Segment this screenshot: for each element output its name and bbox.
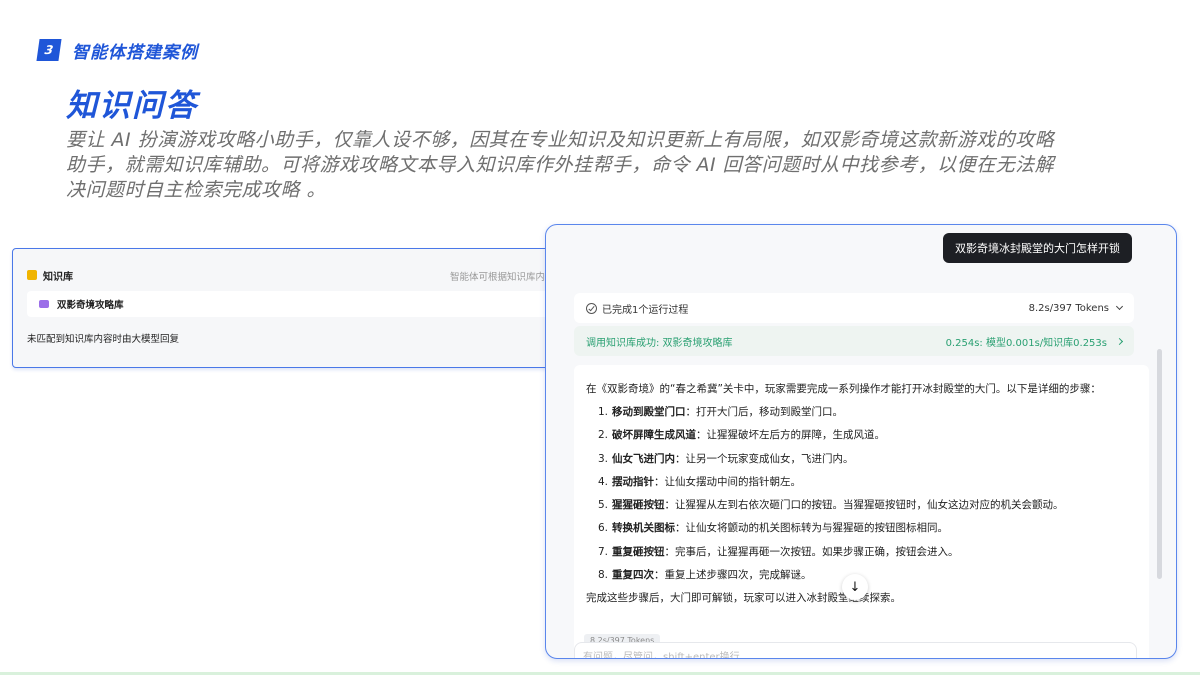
step-number: 6. bbox=[597, 522, 608, 535]
chat-panel: 双影奇境冰封殿堂的大门怎样开锁 已完成1个运行过程 8.2s/397 Token… bbox=[545, 224, 1177, 659]
section-title: 智能体搭建案例 bbox=[72, 43, 198, 63]
step-text: ：让另一个玩家变成仙女，飞进门内。 bbox=[675, 452, 854, 465]
list-item: 6. 转换机关图标：让仙女将颤动的机关图标转为与猩猩砸的按钮图标相同。 bbox=[594, 520, 1137, 537]
step-number: 3. bbox=[597, 452, 608, 465]
knowledge-call-label: 调用知识库成功: 双影奇境攻略库 bbox=[586, 337, 733, 349]
knowledge-base-hint: 智能体可根据知识库内容 bbox=[450, 272, 555, 283]
check-circle-icon bbox=[586, 302, 597, 314]
list-item: 3. 仙女飞进门内：让另一个玩家变成仙女，飞进门内。 bbox=[594, 451, 1137, 468]
arrow-down-icon[interactable]: ↓ bbox=[842, 574, 868, 600]
answer-steps: 1. 移动到殿堂门口：打开大门后，移动到殿堂门口。 2. 破坏屏障生成风道：让猩猩破… bbox=[586, 404, 1137, 584]
database-icon bbox=[39, 300, 49, 308]
assistant-answer: 在《双影奇境》的“春之希冀”关卡中，玩家需要完成一系列操作才能打开冰封殿堂的大门… bbox=[574, 365, 1149, 658]
step-name: 重复四次 bbox=[612, 569, 654, 582]
step-text: ：让猩猩破坏左后方的屏障，生成风道。 bbox=[696, 429, 885, 442]
knowledge-base-fallback-text: 未匹配到知识库内容时由大模型回复 bbox=[27, 334, 180, 345]
list-item: 5. 猩猩砸按钮：让猩猩从左到右依次砸门口的按钮。当猩猩砸按钮时，仙女这边对应的机… bbox=[594, 497, 1137, 514]
step-name: 仙女飞进门内 bbox=[612, 452, 675, 465]
user-message-bubble: 双影奇境冰封殿堂的大门怎样开锁 bbox=[943, 233, 1132, 263]
step-text: ：完事后，让猩猩再砸一次按钮。如果步骤正确，按钮会进入。 bbox=[664, 545, 959, 558]
knowledge-base-header: 知识库 智能体可根据知识库内容 bbox=[27, 267, 556, 283]
page-description-line: 要让 AI 扮演游戏攻略小助手，仅靠人设不够，因其在专业知识及知识更新上有局限，… bbox=[66, 129, 1055, 151]
book-icon bbox=[27, 270, 37, 280]
step-name: 破坏屏障生成风道 bbox=[612, 429, 696, 442]
step-text: ：让仙女将颤动的机关图标转为与猩猩砸的按钮图标相同。 bbox=[675, 522, 948, 535]
step-number: 2. bbox=[597, 429, 608, 442]
scrollbar-thumb[interactable] bbox=[1157, 349, 1162, 579]
step-text: ：让猩猩从左到右依次砸门口的按钮。当猩猩砸按钮时，仙女这边对应的机关会颤动。 bbox=[664, 499, 1064, 512]
step-text: ：重复上述步骤四次，完成解谜。 bbox=[654, 569, 812, 582]
step-number: 5. bbox=[597, 499, 608, 512]
knowledge-call-stats: 0.254s: 模型0.001s/知识库0.253s bbox=[945, 337, 1107, 349]
run-process-row[interactable]: 已完成1个运行过程 8.2s/397 Tokens bbox=[574, 293, 1134, 323]
step-number: 1. bbox=[597, 406, 608, 418]
chevron-right-icon[interactable] bbox=[1115, 337, 1124, 345]
chat-input[interactable]: 有问题，尽管问，shift+enter换行 bbox=[574, 642, 1137, 658]
step-name: 猩猩砸按钮 bbox=[612, 499, 665, 512]
page-description-line: 助手，就需知识库辅助。可将游戏攻略文本导入知识库作外挂帮手，命令 AI 回答问题… bbox=[66, 154, 1055, 176]
answer-intro: 在《双影奇境》的“春之希冀”关卡中，玩家需要完成一系列操作才能打开冰封殿堂的大门… bbox=[586, 383, 1101, 395]
list-item: 2. 破坏屏障生成风道：让猩猩破坏左后方的屏障，生成风道。 bbox=[594, 427, 1137, 444]
step-name: 转换机关图标 bbox=[612, 522, 675, 535]
knowledge-call-row[interactable]: 调用知识库成功: 双影奇境攻略库 0.254s: 模型0.001s/知识库0.2… bbox=[574, 326, 1134, 356]
step-name: 摆动指针 bbox=[612, 475, 654, 488]
knowledge-base-item[interactable]: 双影奇境攻略库 bbox=[27, 291, 556, 317]
run-process-stats: 8.2s/397 Tokens bbox=[1028, 302, 1109, 314]
step-number: 8. bbox=[597, 569, 608, 582]
step-text: ：打开大门后，移动到殿堂门口。 bbox=[685, 406, 844, 418]
step-number: 4. bbox=[597, 475, 608, 488]
chevron-down-icon[interactable] bbox=[1115, 302, 1124, 311]
page-description-line: 决问题时自主检索完成攻略 。 bbox=[66, 179, 327, 201]
page-title: 知识问答 bbox=[66, 88, 198, 124]
list-item: 1. 移动到殿堂门口：打开大门后，移动到殿堂门口。 bbox=[594, 404, 1137, 421]
list-item: 7. 重复砸按钮：完事后，让猩猩再砸一次按钮。如果步骤正确，按钮会进入。 bbox=[594, 544, 1137, 561]
page-description: 要让 AI 扮演游戏攻略小助手，仅靠人设不够，因其在专业知识及知识更新上有局限，… bbox=[66, 128, 1126, 203]
step-text: ：让仙女摆动中间的指针朝左。 bbox=[654, 475, 801, 488]
knowledge-base-item-label: 双影奇境攻略库 bbox=[57, 300, 124, 311]
step-name: 移动到殿堂门口 bbox=[612, 406, 686, 418]
run-process-label: 已完成1个运行过程 bbox=[602, 304, 689, 316]
knowledge-base-title: 知识库 bbox=[43, 271, 73, 283]
section-number-badge: 3 bbox=[36, 39, 62, 61]
list-item: 4. 摆动指针：让仙女摆动中间的指针朝左。 bbox=[594, 474, 1137, 491]
knowledge-base-card: 知识库 智能体可根据知识库内容 双影奇境攻略库 未匹配到知识库内容时由大模型回复 bbox=[12, 248, 557, 368]
step-name: 重复砸按钮 bbox=[612, 545, 665, 558]
step-number: 7. bbox=[597, 545, 608, 558]
